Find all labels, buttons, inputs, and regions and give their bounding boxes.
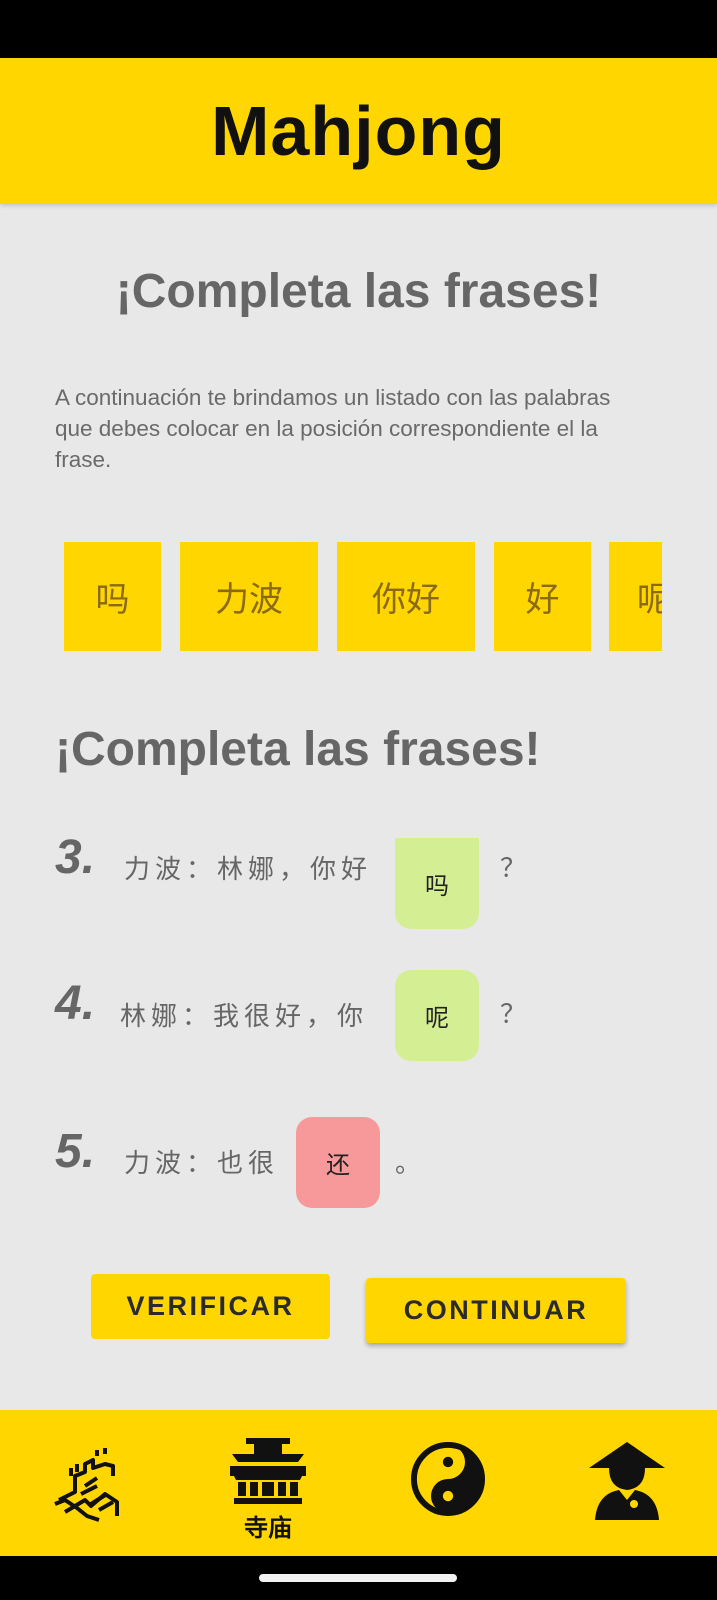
- sentence-number: 5.: [55, 1125, 96, 1178]
- sentence-number: 4.: [55, 977, 96, 1030]
- monk-icon: [589, 1442, 665, 1520]
- sentence-punctuation: ？: [500, 1000, 527, 1030]
- word-tile[interactable]: 好: [494, 542, 591, 651]
- section-title: ¡Completa las frases!: [55, 723, 541, 776]
- sentence-text: 力波：也很: [124, 1149, 280, 1179]
- continue-button[interactable]: CONTINUAR: [366, 1278, 626, 1343]
- word-tile[interactable]: 你好: [337, 542, 475, 651]
- instructions-text: A continuación te brindamos un listado c…: [55, 385, 611, 472]
- word-tile[interactable]: 呢: [609, 542, 662, 651]
- great-wall-icon: [54, 1448, 119, 1522]
- answer-slot[interactable]: 呢: [395, 970, 479, 1061]
- sentence-punctuation: 。: [395, 1149, 422, 1179]
- answer-slot[interactable]: 还: [296, 1117, 380, 1208]
- sentence-number: 3.: [55, 831, 96, 884]
- nav-item-temple[interactable]: 寺庙: [208, 1410, 328, 1556]
- yin-yang-icon: [411, 1442, 485, 1516]
- status-bar: [0, 0, 717, 58]
- word-tile[interactable]: 吗: [64, 542, 161, 651]
- temple-icon: [230, 1438, 306, 1504]
- verify-button[interactable]: VERIFICAR: [91, 1274, 330, 1339]
- sentence-text: 力波：林娜，你好: [124, 855, 373, 885]
- sentence-text: 林娜：我很好，你: [120, 1002, 369, 1032]
- app-header: Mahjong: [0, 58, 717, 204]
- page-title: ¡Completa las frases!: [115, 265, 602, 318]
- sentence-punctuation: ？: [500, 854, 527, 884]
- nav-item-monk[interactable]: [567, 1410, 687, 1556]
- home-indicator[interactable]: [259, 1574, 457, 1582]
- app-title: Mahjong: [211, 92, 506, 170]
- word-bank: 吗 力波 你好 好 呢: [64, 542, 662, 651]
- answer-slot[interactable]: 吗: [395, 838, 479, 929]
- nav-item-great-wall[interactable]: [31, 1410, 151, 1556]
- word-tile[interactable]: 力波: [180, 542, 318, 651]
- bottom-nav: 寺庙: [0, 1410, 717, 1556]
- nav-label: 寺庙: [244, 1513, 292, 1542]
- nav-item-yin-yang[interactable]: [388, 1410, 508, 1556]
- system-gesture-bar: [0, 1556, 717, 1600]
